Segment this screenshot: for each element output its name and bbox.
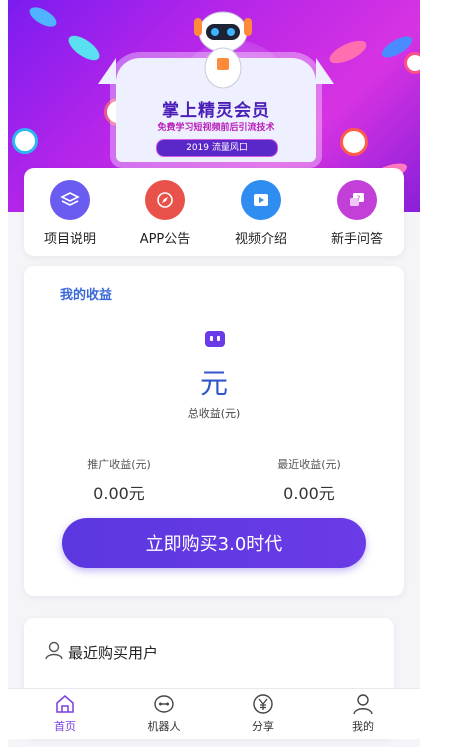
robot-icon: [154, 695, 174, 713]
tab-mine[interactable]: 我的: [333, 693, 393, 734]
robot-mascot-icon: [194, 11, 252, 89]
quick-link-label: 新手问答: [330, 232, 383, 247]
svg-text:?: ?: [357, 195, 361, 203]
quick-link-label: 视频介绍: [234, 232, 287, 247]
home-icon: [56, 695, 74, 713]
tab-label: 首页: [54, 720, 76, 733]
banner-subtitle: 免费学习短视频前后引流技术: [157, 123, 275, 133]
quick-link-project-info[interactable]: 项目说明: [25, 180, 115, 247]
user-outline-icon: [45, 641, 63, 660]
video-icon: [241, 180, 281, 220]
question-chat-icon: ?: [337, 180, 377, 220]
banner-decoration: [340, 128, 368, 156]
recent-earnings: 最近收益(元) 0.00元: [244, 456, 374, 504]
promo-earnings-value: 0.00元: [93, 484, 145, 503]
recent-earnings-value: 0.00元: [283, 484, 335, 503]
tab-label: 我的: [352, 720, 374, 733]
yen-icon: [253, 694, 273, 714]
earnings-title: 我的收益: [60, 288, 113, 303]
banner-title: 掌上精灵会员: [162, 101, 270, 121]
total-earnings-amount: 元: [199, 367, 228, 400]
promo-earnings-label: 推广收益(元): [87, 458, 151, 471]
total-earnings-label: 总收益(元): [187, 407, 241, 420]
app-screen: 掌上精灵会员 免费学习短视频前后引流技术 2019 流量风口 项目说明 APP公…: [8, 0, 420, 747]
tab-label: 机器人: [147, 720, 181, 733]
banner-decoration: [26, 3, 60, 31]
robot-face-icon: [205, 331, 225, 347]
recent-buyers-title: 最近购买用户: [68, 644, 159, 662]
compass-icon: [145, 180, 185, 220]
quick-link-faq[interactable]: ? 新手问答: [312, 180, 402, 247]
quick-link-label: APP公告: [139, 232, 191, 247]
earnings-card: 我的收益 元 总收益(元) 推广收益(元) 0.00元 最近收益(元) 0.00…: [24, 266, 404, 596]
banner-tag: 2019 流量风口: [156, 139, 278, 157]
tab-label: 分享: [252, 720, 274, 733]
banner-decoration: [12, 128, 38, 154]
recent-earnings-label: 最近收益(元): [277, 458, 341, 471]
quick-links-card: 项目说明 APP公告 视频介绍 ? 新手问答: [24, 168, 404, 256]
quick-link-label: 项目说明: [43, 232, 96, 247]
user-icon: [353, 694, 373, 715]
tab-home[interactable]: 首页: [35, 693, 95, 734]
tab-share[interactable]: 分享: [233, 693, 293, 734]
bottom-tab-bar: 首页 机器人 分享 我的: [8, 688, 420, 739]
buy-now-button[interactable]: 立即购买3.0时代: [62, 518, 366, 568]
quick-link-video-intro[interactable]: 视频介绍: [216, 180, 306, 247]
tab-robot[interactable]: 机器人: [134, 693, 194, 734]
quick-link-app-notice[interactable]: APP公告: [120, 180, 210, 247]
promo-earnings: 推广收益(元) 0.00元: [54, 456, 184, 504]
layers-icon: [50, 180, 90, 220]
banner-decoration: [404, 52, 420, 74]
